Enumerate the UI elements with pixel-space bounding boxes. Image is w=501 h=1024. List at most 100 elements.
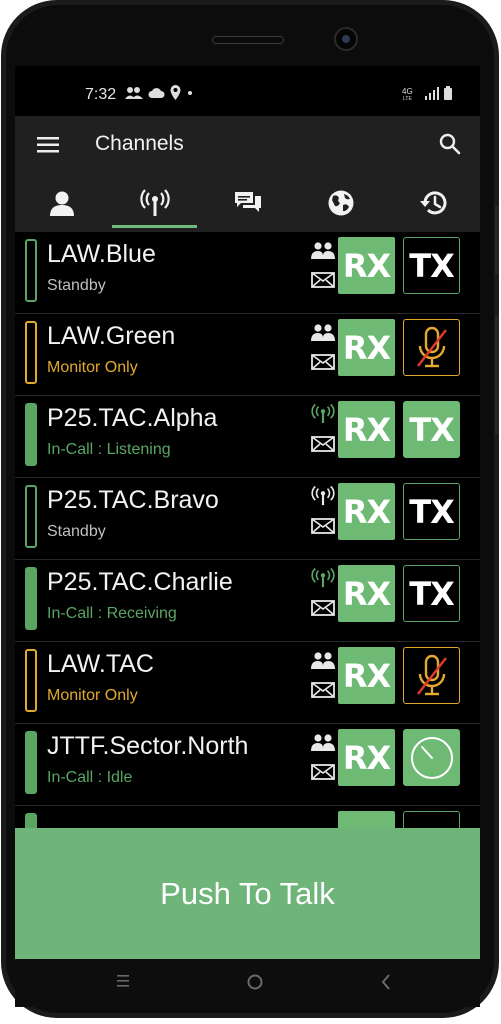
volume-button: [495, 205, 499, 275]
earpiece-speaker: [212, 36, 284, 44]
radio-tower-icon: [311, 568, 335, 588]
rx-button[interactable]: RX: [338, 401, 395, 458]
svg-text:4G: 4G: [402, 87, 413, 96]
push-to-talk-button[interactable]: Push To Talk: [15, 828, 480, 959]
message-icon: [311, 682, 335, 698]
rx-button[interactable]: RX: [338, 729, 395, 786]
rx-button[interactable]: RX: [338, 647, 395, 704]
channel-status-indicator: [25, 403, 37, 466]
channel-name: LAW.Blue: [47, 240, 156, 268]
chat-icon: [234, 192, 261, 212]
message-icon: [311, 600, 335, 616]
tab-history[interactable]: [387, 174, 480, 232]
tx-button[interactable]: TX: [403, 401, 460, 458]
rx-button[interactable]: RX: [338, 565, 395, 622]
message-icon: [311, 436, 335, 452]
status-icons-right: 4G LTE: [402, 86, 452, 100]
channel-status-indicator: [25, 321, 37, 384]
tab-channels[interactable]: [108, 174, 201, 232]
channel-status-indicator: [25, 239, 37, 302]
channel-row[interactable]: P25.TAC.Charlie In-Call : Receiving RX T…: [15, 560, 480, 642]
channel-status: Monitor Only: [47, 687, 138, 704]
channel-row[interactable]: JTTF.Sector.North In-Call : Idle RX: [15, 724, 480, 806]
app-bar: Channels: [15, 116, 480, 174]
timer-icon: [410, 736, 453, 779]
radio-tower-icon: [139, 189, 170, 216]
status-icons-left: [125, 85, 194, 100]
channel-status: In-Call : Receiving: [47, 605, 177, 622]
battery-icon: [444, 86, 452, 100]
power-button: [495, 315, 499, 435]
location-icon: [170, 85, 181, 100]
message-icon: [311, 518, 335, 534]
tx-muted-button[interactable]: [403, 319, 460, 376]
status-bar: 7:32 4G LTE: [15, 66, 480, 116]
channel-status-indicator: [25, 485, 37, 548]
screen: 7:32 4G LTE Channels LAW.Blue Standby RX…: [15, 66, 480, 959]
channel-status-indicator: [25, 813, 37, 828]
rx-button[interactable]: RX: [338, 237, 395, 294]
android-nav-bar: [15, 959, 480, 1007]
signal-icon: [425, 86, 439, 100]
channel-row[interactable]: LAW.Blue Standby RX TX: [15, 232, 480, 314]
channel-row[interactable]: P25.TAC.Bravo Standby RX TX: [15, 478, 480, 560]
tx-button[interactable]: TX: [403, 483, 460, 540]
channel-name: JTTF.Sector.North: [47, 732, 249, 760]
channel-status: Monitor Only: [47, 359, 138, 376]
radio-tower-icon: [311, 404, 335, 424]
channel-name: P25.TAC.Charlie: [47, 568, 233, 596]
tab-map[interactable]: [294, 174, 387, 232]
group-icon: [311, 242, 335, 259]
svg-text:LTE: LTE: [403, 96, 412, 100]
recent-apps-icon[interactable]: [115, 973, 131, 989]
dot-icon: [188, 90, 192, 95]
channel-name: LAW.TAC: [47, 650, 154, 678]
tx-button[interactable]: TX: [403, 565, 460, 622]
tx-timer-button[interactable]: [403, 729, 460, 786]
channel-row[interactable]: LAW.TAC Monitor Only RX: [15, 642, 480, 724]
group-notification-icon: [125, 86, 143, 99]
person-icon: [49, 191, 74, 216]
channel-name: LAW.Green: [47, 322, 176, 350]
tab-messages[interactable]: [201, 174, 294, 232]
tab-contacts[interactable]: [15, 174, 108, 232]
status-time: 7:32: [85, 86, 117, 103]
channel-name: P25.TAC.Bravo: [47, 486, 219, 514]
channel-status: In-Call : Idle: [47, 769, 133, 786]
menu-icon[interactable]: [37, 136, 59, 154]
channel-status: Standby: [47, 277, 106, 294]
message-icon: [311, 764, 335, 780]
tab-bar: [15, 174, 480, 232]
home-icon[interactable]: [246, 973, 264, 991]
channel-name: P25.TAC.Alpha: [47, 404, 218, 432]
group-icon: [311, 324, 335, 341]
lte-icon: 4GLTE: [402, 87, 413, 100]
back-icon[interactable]: [379, 973, 393, 991]
rx-button[interactable]: RX: [338, 483, 395, 540]
channel-status: Standby: [47, 523, 106, 540]
mic-muted-icon: [416, 654, 447, 695]
search-icon[interactable]: [438, 132, 462, 156]
message-icon: [311, 272, 335, 288]
tx-muted-button[interactable]: [403, 647, 460, 704]
group-icon: [311, 734, 335, 751]
channel-status-indicator: [25, 649, 37, 712]
globe-icon: [328, 190, 353, 216]
history-icon: [419, 191, 446, 215]
cloud-icon: [148, 87, 165, 98]
front-camera: [334, 27, 358, 51]
channel-row[interactable]: LAW.Green Monitor Only RX: [15, 314, 480, 396]
rx-button[interactable]: RX: [338, 319, 395, 376]
tx-button[interactable]: TX: [403, 237, 460, 294]
channel-status-indicator: [25, 731, 37, 794]
channel-status-indicator: [25, 567, 37, 630]
tx-button-partial[interactable]: [403, 811, 460, 828]
radio-tower-icon: [311, 486, 335, 506]
channel-row[interactable]: P25.TAC.Alpha In-Call : Listening RX TX: [15, 396, 480, 478]
rx-button-partial[interactable]: [338, 811, 395, 828]
mic-muted-icon: [416, 326, 447, 367]
group-icon: [311, 652, 335, 669]
message-icon: [311, 354, 335, 370]
channel-row-partial[interactable]: [15, 806, 480, 828]
page-title: Channels: [95, 132, 184, 155]
